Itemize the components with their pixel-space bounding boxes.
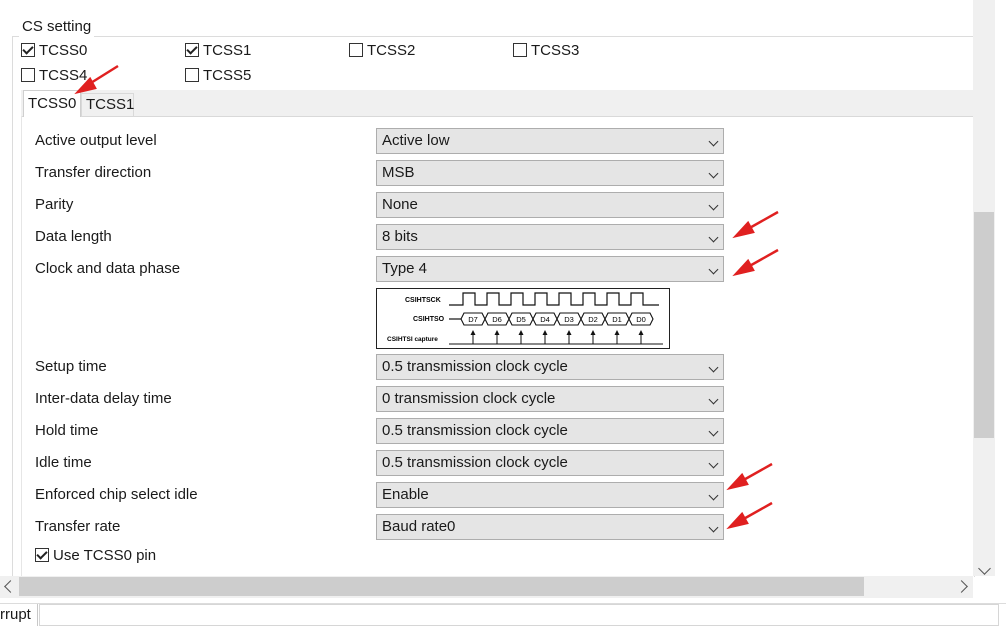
annotation-arrowhead <box>732 220 755 239</box>
annotation-arrows <box>74 64 779 530</box>
annotation-arrowhead <box>74 76 97 95</box>
annotation-arrowhead <box>726 472 749 491</box>
annotation-arrowhead <box>732 258 755 277</box>
annotation-arrowhead <box>726 511 749 530</box>
